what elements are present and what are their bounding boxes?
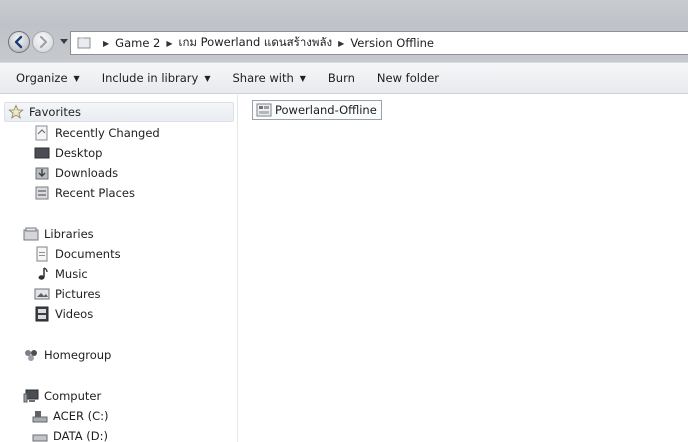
navigation-pane: Favorites Recently Changed Desktop Downl… <box>0 95 238 442</box>
nav-favorites-label: Favorites <box>29 105 81 119</box>
window-titlebar: ▶ Game 2 ▶ เกม Powerland แดนสร้างพลัง ▶ … <box>0 0 688 62</box>
nav-desktop[interactable]: Desktop <box>34 144 102 162</box>
nav-pictures[interactable]: Pictures <box>34 285 101 303</box>
desktop-icon <box>34 147 50 159</box>
file-name: Powerland-Offline <box>275 103 377 117</box>
recently-changed-icon <box>35 125 48 141</box>
nav-documents[interactable]: Documents <box>34 245 121 263</box>
shortcut-icon <box>256 103 272 117</box>
burn-label: Burn <box>327 71 355 85</box>
include-in-library-label: Include in library <box>101 71 199 85</box>
breadcrumb-item[interactable]: เกม Powerland แดนสร้างพลัง <box>179 34 333 52</box>
nav-item-label: Recent Places <box>55 186 135 200</box>
recent-places-icon <box>35 186 49 200</box>
downloads-folder-icon <box>35 167 49 180</box>
nav-item-label: Documents <box>55 247 121 261</box>
folder-icon <box>77 37 91 49</box>
new-folder-button[interactable]: New folder <box>369 67 447 89</box>
back-button[interactable] <box>8 31 30 53</box>
nav-downloads[interactable]: Downloads <box>34 164 118 182</box>
forward-arrow-icon <box>39 35 48 49</box>
new-folder-label: New folder <box>376 71 440 85</box>
music-note-icon <box>38 267 48 280</box>
share-with-button[interactable]: Share with ▼ <box>225 67 314 89</box>
forward-button[interactable] <box>32 31 54 53</box>
nav-drive-c[interactable]: ACER (C:) <box>32 407 108 425</box>
computer-icon <box>23 389 39 403</box>
breadcrumb-item[interactable]: Game 2 <box>115 36 160 50</box>
star-icon <box>8 104 24 119</box>
command-bar: Organize ▼ Include in library ▼ Share wi… <box>0 62 688 94</box>
chevron-down-icon: ▼ <box>204 73 211 83</box>
hard-drive-icon <box>32 434 48 442</box>
breadcrumb-item-current[interactable]: Version Offline <box>350 36 434 50</box>
nav-item-label: DATA (D:) <box>53 429 108 442</box>
chevron-down-icon: ▼ <box>73 73 80 83</box>
nav-videos[interactable]: Videos <box>34 305 93 323</box>
organize-button[interactable]: Organize ▼ <box>8 67 88 89</box>
nav-item-label: Desktop <box>55 146 103 160</box>
address-bar[interactable]: ▶ Game 2 ▶ เกม Powerland แดนสร้างพลัง ▶ … <box>70 31 688 55</box>
file-item-powerland-offline[interactable]: Powerland-Offline <box>252 100 382 120</box>
nav-item-label: Videos <box>55 307 94 321</box>
nav-item-label: Recently Changed <box>55 126 160 140</box>
share-with-label: Share with <box>232 71 294 85</box>
nav-item-label: ACER (C:) <box>53 409 109 423</box>
nav-item-label: Pictures <box>55 287 101 301</box>
nav-computer[interactable]: Computer <box>23 387 101 405</box>
back-arrow-icon <box>14 35 23 49</box>
breadcrumb-chevron-icon[interactable]: ▶ <box>166 39 172 48</box>
libraries-icon <box>23 227 39 241</box>
include-in-library-button[interactable]: Include in library ▼ <box>94 67 219 89</box>
homegroup-icon <box>25 350 37 361</box>
nav-recent-places[interactable]: Recent Places <box>34 184 135 202</box>
nav-libraries-label: Libraries <box>44 227 94 241</box>
nav-homegroup[interactable]: Homegroup <box>23 346 111 364</box>
breadcrumb-chevron-icon[interactable]: ▶ <box>338 39 344 48</box>
chevron-down-icon: ▼ <box>299 73 306 83</box>
nav-item-label: Music <box>55 267 88 281</box>
videos-icon <box>35 306 49 322</box>
nav-homegroup-label: Homegroup <box>44 348 112 362</box>
nav-music[interactable]: Music <box>34 265 88 283</box>
nav-favorites[interactable]: Favorites <box>8 103 81 121</box>
system-drive-icon <box>32 411 48 423</box>
organize-label: Organize <box>16 71 68 85</box>
nav-drive-d[interactable]: DATA (D:) <box>32 427 108 442</box>
nav-libraries[interactable]: Libraries <box>23 225 94 243</box>
breadcrumb-chevron-icon[interactable]: ▶ <box>103 39 109 48</box>
nav-item-label: Downloads <box>55 166 119 180</box>
pictures-icon <box>34 288 50 300</box>
documents-icon <box>36 246 48 262</box>
file-list: Powerland-Offline <box>239 95 688 442</box>
recent-pages-dropdown-icon[interactable] <box>59 38 69 46</box>
nav-computer-label: Computer <box>44 389 102 403</box>
burn-button[interactable]: Burn <box>320 67 363 89</box>
nav-recently-changed[interactable]: Recently Changed <box>34 124 160 142</box>
